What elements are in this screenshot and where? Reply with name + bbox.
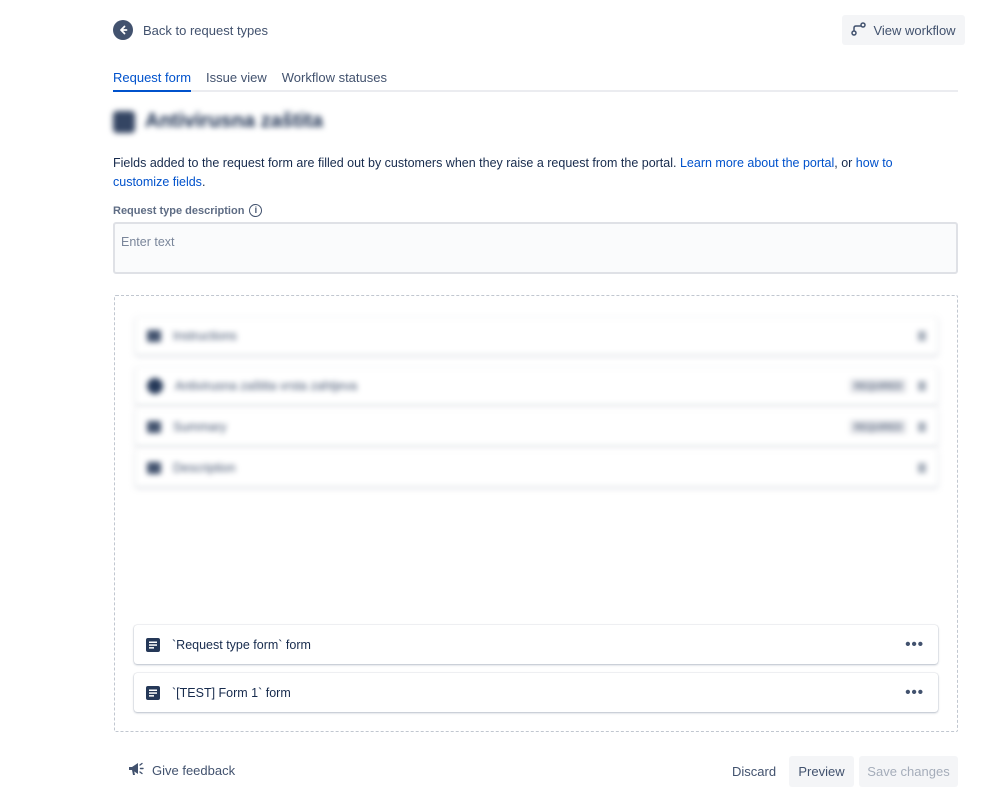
description-input[interactable] xyxy=(113,222,958,274)
intro-text-mid: , or xyxy=(834,156,856,170)
chevron-right-icon xyxy=(918,463,926,473)
tab-issue-view[interactable]: Issue view xyxy=(206,68,267,92)
give-feedback-label: Give feedback xyxy=(152,763,236,778)
field-row-summary[interactable]: Summary REQUIRED xyxy=(135,408,938,446)
arrow-left-circle-icon xyxy=(113,20,133,40)
select-icon xyxy=(147,378,163,394)
field-label: Description xyxy=(173,461,236,475)
workflow-icon xyxy=(851,21,867,39)
chevron-right-icon xyxy=(918,331,926,341)
learn-more-portal-link[interactable]: Learn more about the portal xyxy=(680,156,834,170)
chevron-right-icon xyxy=(918,381,926,391)
paragraph-icon xyxy=(147,330,161,342)
intro-text-end: . xyxy=(201,175,206,189)
info-icon[interactable]: i xyxy=(249,204,263,217)
field-row-instructions[interactable]: Instructions xyxy=(135,317,938,355)
view-workflow-button[interactable]: View workflow xyxy=(842,15,965,45)
more-options-icon[interactable]: ••• xyxy=(903,636,926,653)
discard-button[interactable]: Discard xyxy=(723,756,785,787)
megaphone-icon xyxy=(127,761,145,780)
save-changes-button[interactable]: Save changes xyxy=(859,756,958,787)
description-label: Request type description i xyxy=(113,204,263,217)
back-to-request-types-link[interactable]: Back to request types xyxy=(113,20,268,40)
form-fields-drop-zone[interactable]: Instructions Antivirusna zaštita vrsta z… xyxy=(114,295,958,732)
field-label: Summary xyxy=(173,420,227,434)
intro-text-start: Fields added to the request form are fil… xyxy=(113,156,680,170)
required-badge: REQUIRED xyxy=(850,379,906,393)
tab-workflow-statuses[interactable]: Workflow statuses xyxy=(282,68,387,92)
field-row-request-kind[interactable]: Antivirusna zaštita vrsta zahtjeva REQUI… xyxy=(135,367,938,405)
form-document-icon xyxy=(146,685,160,700)
paragraph-icon xyxy=(147,462,161,474)
view-workflow-label: View workflow xyxy=(873,22,956,38)
description-label-text: Request type description xyxy=(113,204,245,217)
form-document-icon xyxy=(146,637,160,652)
field-label: Antivirusna zaštita vrsta zahtjeva xyxy=(175,379,358,393)
field-label: Instructions xyxy=(173,329,237,343)
preview-button[interactable]: Preview xyxy=(789,756,854,787)
tab-request-form[interactable]: Request form xyxy=(113,68,192,92)
form-row-request-type-form[interactable]: `Request type form` form ••• xyxy=(134,625,938,664)
more-options-icon[interactable]: ••• xyxy=(903,684,926,701)
request-type-name: Antivirusna zaštita xyxy=(145,110,323,132)
give-feedback-button[interactable]: Give feedback xyxy=(127,761,235,780)
intro-text: Fields added to the request form are fil… xyxy=(113,154,943,192)
form-label: `[TEST] Form 1` form xyxy=(172,685,291,700)
chevron-right-icon xyxy=(918,422,926,432)
form-label: `Request type form` form xyxy=(172,637,311,652)
request-type-title: Antivirusna zaštita xyxy=(113,110,323,133)
request-type-icon xyxy=(113,110,135,133)
back-link-label: Back to request types xyxy=(143,22,269,38)
tab-bar: Request form Issue view Workflow statuse… xyxy=(113,68,958,92)
form-row-test-form-1[interactable]: `[TEST] Form 1` form ••• xyxy=(134,673,938,712)
required-badge: REQUIRED xyxy=(850,420,906,434)
text-icon xyxy=(147,421,161,433)
field-row-description[interactable]: Description xyxy=(135,449,938,487)
